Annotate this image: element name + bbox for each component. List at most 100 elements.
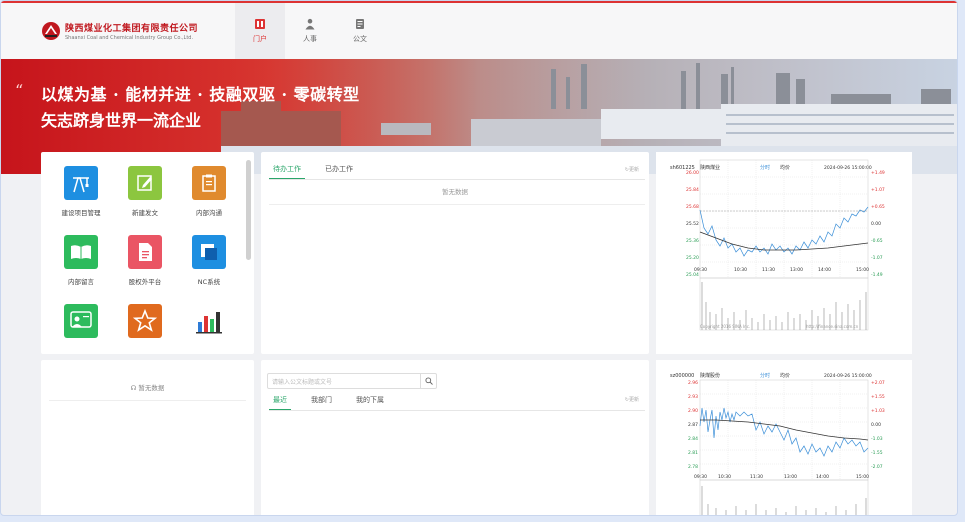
y-left-tick: 26.00 <box>686 170 699 176</box>
app-nc-system[interactable]: NC系统 <box>177 235 241 286</box>
stock-chart-panel-1: sh601225 陕西煤业 分时 均价 2024-09-26 15:00:00 … <box>656 152 912 354</box>
apps-grid: 建设项目管理 新建发文 内部沟通 内部留言 股权外平台 NC系统 <box>49 166 239 345</box>
y-right-tick: -1.03 <box>871 436 883 442</box>
y-left-tick: 25.36 <box>686 238 699 244</box>
company-logo-icon <box>42 22 60 40</box>
meeting-icon <box>64 304 98 338</box>
documents-panel: 请输入公文标题或文号 最近 我部门 我的下属 ↻ 更新 <box>261 360 649 515</box>
x-tick: 11:30 <box>750 474 763 480</box>
apps-scrollbar[interactable] <box>246 160 251 260</box>
nav-documents[interactable]: 公文 <box>335 3 385 59</box>
chart-copyright: Copyright 2016 SINA Inc. <box>700 324 750 329</box>
company-name-cn: 陕西煤业化工集团有限责任公司 <box>65 24 199 34</box>
refresh-button[interactable]: ↻ 更新 <box>625 166 639 174</box>
y-right-tick: +1.55 <box>871 394 885 400</box>
clipboard-icon <box>192 166 226 200</box>
y-left-tick: 25.20 <box>686 255 699 261</box>
stock-date: 2024-09-26 15:00:00 <box>824 165 872 171</box>
app-internal-comm[interactable]: 内部沟通 <box>177 166 241 217</box>
tab-my-department[interactable]: 我部门 <box>307 395 336 411</box>
legend-time-share: 分时 <box>760 164 770 171</box>
x-tick: 13:00 <box>790 267 803 273</box>
y-right-tick: +1.49 <box>871 170 885 176</box>
tab-divider <box>269 179 645 180</box>
app-label: NC系统 <box>197 278 221 286</box>
work-tabs: 待办工作 已办工作 <box>269 164 373 180</box>
document-icon <box>356 19 364 29</box>
messages-empty-label: 暂无数据 <box>138 384 165 392</box>
y-right-tick: +0.65 <box>871 204 885 210</box>
y-left-tick: 25.52 <box>686 221 699 227</box>
nav-personnel-label: 人事 <box>303 35 317 43</box>
stock-name: 陕西煤业 <box>700 164 720 171</box>
banner-slogan-1: 以煤为基 · 能材并进 · 技融双驱 · 零碳转型 <box>41 85 360 104</box>
nav-documents-label: 公文 <box>353 35 367 43</box>
row-divider <box>49 400 246 401</box>
y-right-tick: +1.03 <box>871 408 885 414</box>
legend-avg-price: 均价 <box>780 164 790 171</box>
y-left-tick: 2.96 <box>688 380 698 386</box>
stock-code: sz000000 <box>670 373 694 379</box>
refresh-label: 更新 <box>628 397 639 403</box>
app-label: 建设项目管理 <box>61 209 101 217</box>
y-left-tick: 2.90 <box>688 408 698 414</box>
empty-state-text: ☊ 暂无数据 <box>41 382 254 392</box>
stock-chart-panel-2: sz000000 陕煤股份 分时 均价 2024-09-26 15:00:00 … <box>656 360 912 515</box>
empty-state-text: 暂无数据 <box>442 188 468 196</box>
construction-crane-icon <box>64 166 98 200</box>
app-construction-project[interactable]: 建设项目管理 <box>49 166 113 217</box>
app-label: 股权外平台 <box>128 278 162 286</box>
bar-chart-icon <box>192 304 226 338</box>
open-book-icon <box>64 235 98 269</box>
nav-personnel[interactable]: 人事 <box>285 3 335 59</box>
banner-slogan-2: 矢志跻身世界一流企业 <box>41 111 202 130</box>
y-left-tick: 2.84 <box>688 436 698 442</box>
refresh-button[interactable]: ↻ 更新 <box>625 396 639 404</box>
search-icon <box>424 377 433 385</box>
main-nav: 门户 人事 公文 <box>235 3 385 59</box>
messages-panel: ☊ 暂无数据 <box>41 360 254 515</box>
app-meeting[interactable] <box>49 304 113 345</box>
app-evaluation[interactable] <box>113 304 177 345</box>
y-right-tick: +1.07 <box>871 187 885 193</box>
company-name-en: Shaanxi Coal and Chemical Industry Group… <box>65 35 194 41</box>
nav-portal[interactable]: 门户 <box>235 3 285 59</box>
company-logo[interactable]: 陕西煤业化工集团有限责任公司 Shaanxi Coal and Chemical… <box>41 21 198 41</box>
stock-chart-1: sh601225 陕西煤业 分时 均价 2024-09-26 15:00:00 … <box>656 152 912 354</box>
x-tick: 09:30 <box>694 267 707 273</box>
app-internal-message[interactable]: 内部留言 <box>49 235 113 286</box>
y-right-tick: -1.07 <box>871 255 883 261</box>
y-left-tick: 2.78 <box>688 464 698 470</box>
star-badge-icon <box>128 304 162 338</box>
person-icon <box>305 18 315 30</box>
refresh-label: 更新 <box>628 167 639 173</box>
y-right-tick: -2.07 <box>871 464 883 470</box>
app-equity-platform[interactable]: 股权外平台 <box>113 235 177 286</box>
document-search: 请输入公文标题或文号 <box>267 373 437 389</box>
x-tick: 15:00 <box>856 267 869 273</box>
nav-portal-label: 门户 <box>253 35 267 43</box>
tab-my-subordinates[interactable]: 我的下属 <box>352 395 388 411</box>
y-left-tick: 25.84 <box>686 187 699 193</box>
edit-document-icon <box>128 166 162 200</box>
banner-quote-mark: “ <box>15 81 24 100</box>
y-right-tick: -1.55 <box>871 450 883 456</box>
y-left-tick: 25.68 <box>686 204 699 210</box>
app-new-dispatch[interactable]: 新建发文 <box>113 166 177 217</box>
search-input[interactable]: 请输入公文标题或文号 <box>272 377 332 386</box>
windows-icon <box>192 235 226 269</box>
y-right-tick: 0.00 <box>871 221 881 227</box>
quick-apps-panel: 建设项目管理 新建发文 内部沟通 内部留言 股权外平台 NC系统 <box>41 152 254 354</box>
search-button[interactable] <box>420 374 436 388</box>
app-window: 陕西煤业化工集团有限责任公司 Shaanxi Coal and Chemical… <box>0 0 958 516</box>
tab-pending-work[interactable]: 待办工作 <box>269 164 305 180</box>
x-tick: 15:00 <box>856 474 869 480</box>
chart-source-url: http://finance.sina.com.cn <box>806 324 859 329</box>
x-tick: 10:30 <box>734 267 747 273</box>
tab-recent[interactable]: 最近 <box>269 395 291 411</box>
portal-icon <box>255 19 265 29</box>
y-right-tick: +2.07 <box>871 380 885 386</box>
tab-done-work[interactable]: 已办工作 <box>321 164 357 180</box>
app-statistics[interactable] <box>177 304 241 345</box>
x-tick: 11:30 <box>762 267 775 273</box>
